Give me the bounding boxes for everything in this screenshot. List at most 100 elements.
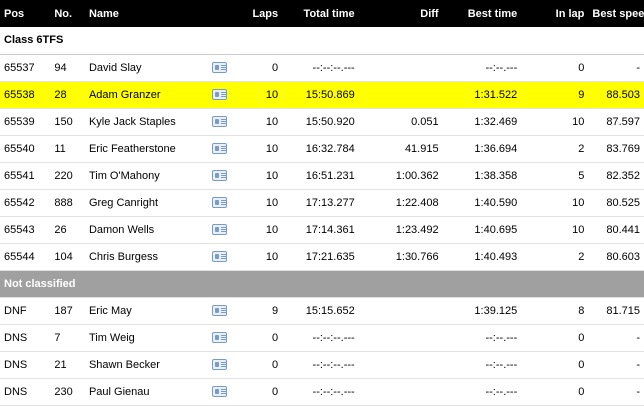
best-time-cell: 1:31.522 [442,81,522,109]
table-row[interactable]: 65542 888 Greg Canright 10 17:13.277 1:22.408… [0,189,644,217]
in-lap-cell: 10 [521,108,589,136]
driver-card-icon[interactable] [211,251,227,263]
in-lap-cell: 2 [521,135,589,163]
number-cell: 94 [50,54,85,82]
pos-cell: DNF [0,297,51,325]
total-time-cell: 16:51.231 [282,162,359,190]
diff-cell: 1:00.362 [358,162,443,190]
best-speed-cell: - [588,54,644,82]
number-cell: 104 [50,243,85,271]
best-speed-cell: 88.503 [588,81,644,109]
class-heading: Class 6TFS [0,27,644,55]
best-speed-cell: - [588,324,644,352]
best-time-cell: 1:32.469 [442,108,522,136]
number-cell: 7 [50,324,85,352]
icon-cell [198,135,241,163]
icon-cell [198,378,241,406]
pos-cell: 65542 [0,189,51,217]
driver-card-icon[interactable] [211,143,227,155]
table-row[interactable]: DNF 187 Eric May 9 15:15.652 1:39.125 8 81.715 [0,297,644,325]
driver-card-icon[interactable] [211,116,227,128]
driver-name[interactable]: Tim O'Mahony [84,162,199,190]
best-speed-cell: - [588,378,644,406]
laps-cell: 10 [240,108,283,136]
best-speed-cell: 87.597 [588,108,644,136]
header-no[interactable]: No. [50,0,85,27]
in-lap-cell: 0 [521,54,589,82]
total-time-cell: --:--:--.--- [282,324,359,352]
class-heading-row: Class 6TFS [0,27,644,55]
driver-card-icon[interactable] [211,197,227,209]
best-time-cell: --:--.--- [442,351,522,379]
diff-cell [358,297,443,325]
laps-cell: 10 [240,135,283,163]
driver-name[interactable]: Chris Burgess [84,243,199,271]
icon-cell [198,216,241,244]
best-speed-cell: 82.352 [588,162,644,190]
table-row[interactable]: 65537 94 David Slay 0 --:--:--.--- --:--.--- 0… [0,54,644,82]
in-lap-cell: 5 [521,162,589,190]
driver-name[interactable]: David Slay [84,54,199,82]
driver-card-icon[interactable] [211,386,227,398]
table-row[interactable]: 65544 104 Chris Burgess 10 17:21.635 1:30.766… [0,243,644,271]
header-laps[interactable]: Laps [240,0,282,27]
driver-name[interactable]: Adam Granzer [84,81,199,109]
header-name[interactable]: Name [85,0,198,27]
driver-card-icon[interactable] [211,359,227,371]
best-time-cell: 1:38.358 [442,162,522,190]
driver-name[interactable]: Kyle Jack Staples [84,108,199,136]
driver-card-icon[interactable] [211,224,227,236]
laps-cell: 10 [240,189,283,217]
table-row[interactable]: 65540 11 Eric Featherstone 10 16:32.784 41.91… [0,135,644,163]
diff-cell [358,351,443,379]
header-best-speed[interactable]: Best speed [588,0,644,27]
best-speed-cell: 83.769 [588,135,644,163]
table-row[interactable]: DNS 21 Shawn Becker 0 --:--:--.--- --:--.--- 0… [0,351,644,379]
table-row[interactable]: 65541 220 Tim O'Mahony 10 16:51.231 1:00.362 1… [0,162,644,190]
total-time-cell: 15:50.920 [282,108,359,136]
header-diff[interactable]: Diff [359,0,443,27]
number-cell: 11 [50,135,85,163]
table-row[interactable]: 65543 26 Damon Wells 10 17:14.361 1:23.492 1:4… [0,216,644,244]
in-lap-cell: 8 [521,297,589,325]
table-row[interactable]: DNS 230 Paul Gienau 0 --:--:--.--- --:--.--- 0… [0,378,644,406]
driver-card-icon[interactable] [211,305,227,317]
diff-cell: 1:30.766 [358,243,443,271]
driver-card-icon[interactable] [211,89,227,101]
total-time-cell: 17:13.277 [282,189,359,217]
icon-cell [198,324,241,352]
header-in-lap[interactable]: In lap [521,0,588,27]
diff-cell: 1:22.408 [358,189,443,217]
driver-card-icon[interactable] [211,170,227,182]
header-icon-spacer [198,0,240,27]
header-best-time[interactable]: Best time [443,0,522,27]
not-classified-heading: Not classified [0,270,644,298]
driver-name[interactable]: Shawn Becker [84,351,199,379]
total-time-cell: --:--:--.--- [282,54,359,82]
in-lap-cell: 0 [521,351,589,379]
header-pos[interactable]: Pos [0,0,50,27]
number-cell: 26 [50,216,85,244]
driver-name[interactable]: Greg Canright [84,189,199,217]
driver-card-icon[interactable] [211,332,227,344]
driver-name[interactable]: Tim Weig [84,324,199,352]
driver-name[interactable]: Eric May [84,297,199,325]
pos-cell: 65537 [0,54,51,82]
number-cell: 220 [50,162,85,190]
table-row[interactable]: 65538 28 Adam Granzer 10 15:50.869 1:31.522 9 8… [0,81,644,109]
header-total-time[interactable]: Total time [282,0,359,27]
diff-cell [358,81,443,109]
number-cell: 21 [50,351,85,379]
icon-cell [198,243,241,271]
table-row[interactable]: DNS 7 Tim Weig 0 --:--:--.--- --:--.--- 0- [0,324,644,352]
driver-name[interactable]: Paul Gienau [84,378,199,406]
diff-cell: 1:23.492 [358,216,443,244]
best-time-cell: 1:40.695 [442,216,522,244]
driver-card-icon[interactable] [211,62,227,74]
driver-name[interactable]: Eric Featherstone [84,135,199,163]
table-row[interactable]: 65539 150 Kyle Jack Staples 10 15:50.920 0.05… [0,108,644,136]
total-time-cell: 15:15.652 [282,297,359,325]
driver-name[interactable]: Damon Wells [84,216,199,244]
laps-cell: 0 [240,324,283,352]
laps-cell: 0 [240,378,283,406]
